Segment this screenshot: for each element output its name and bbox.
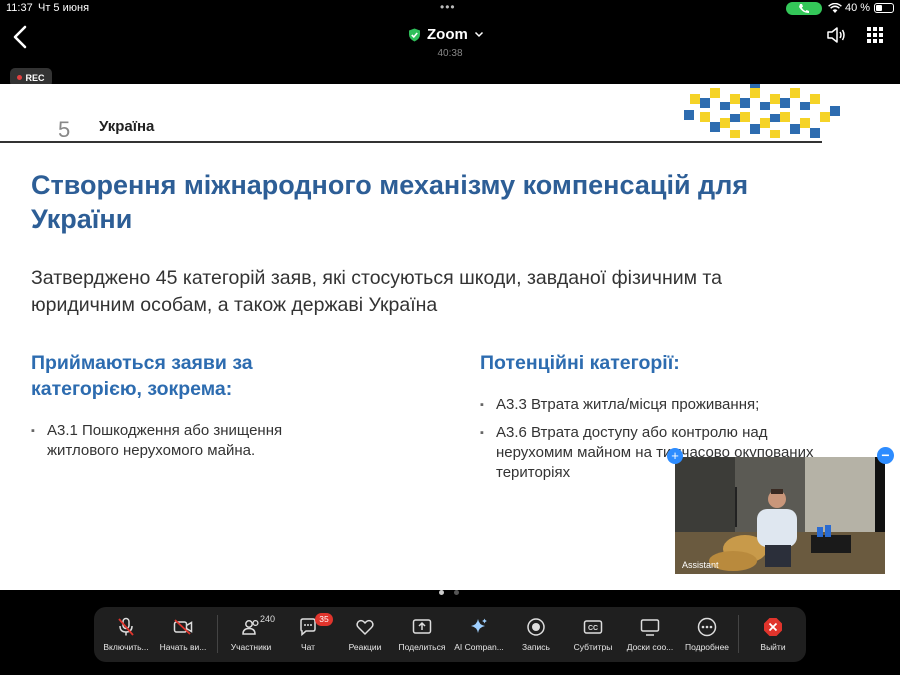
ai-companion-button[interactable]: AI Compan...	[450, 607, 508, 662]
page-dot[interactable]	[454, 590, 459, 595]
heart-icon	[356, 619, 374, 636]
whiteboards-button[interactable]: Доски соо...	[621, 607, 679, 662]
page-indicator[interactable]	[439, 590, 459, 595]
status-date: Чт 5 июня	[38, 2, 90, 14]
slide-title: Створення міжнародного механізму компенс…	[31, 170, 749, 234]
meeting-title-dropdown[interactable]: Zoom	[408, 26, 484, 43]
accepted-claims-heading: Приймаються заяви за категорією, зокрема…	[31, 352, 253, 400]
back-chevron-icon[interactable]	[10, 24, 32, 50]
participant-name: Assistant	[682, 560, 719, 570]
encryption-shield-icon	[409, 28, 420, 41]
minimize-video-icon[interactable]: −	[877, 447, 894, 464]
active-call-pill[interactable]	[786, 2, 822, 15]
leave-octagon-icon	[764, 618, 782, 636]
recording-dot-icon	[17, 75, 23, 80]
status-time: 11:37	[6, 2, 33, 14]
video-off-icon	[173, 619, 193, 635]
accepted-claims-list: А3.1 Пошкодження або знищення житлового …	[31, 421, 341, 469]
gallery-grid-icon[interactable]	[867, 27, 883, 43]
wifi-icon	[828, 3, 842, 13]
speaker-audio-icon[interactable]	[826, 26, 846, 44]
captions-button[interactable]: CC Субтитры	[564, 607, 622, 662]
slide-subtitle: Затверджено 45 категорій заяв, які стосу…	[31, 267, 722, 316]
meeting-toolbar: Включить... Начать ви... 240 Участники 3…	[94, 607, 806, 662]
leave-label: Выйти	[760, 642, 786, 652]
phone-icon	[799, 4, 809, 14]
ai-sparkle-icon	[471, 618, 487, 633]
record-button[interactable]: Запись	[507, 607, 565, 662]
meeting-header: Zoom 40:38	[0, 18, 900, 62]
status-bar: 11:37 Чт 5 июня ••• 40 %	[0, 0, 900, 18]
closed-captions-icon: CC	[583, 620, 603, 634]
share-screen-icon	[412, 619, 432, 634]
svg-text:CC: CC	[588, 625, 598, 632]
participant-video-tile[interactable]: Assistant	[675, 457, 885, 574]
chat-unread-badge: 35	[315, 613, 333, 626]
unmute-button[interactable]: Включить...	[97, 607, 155, 662]
app-title: Zoom	[427, 26, 468, 43]
slide-page-number: 5	[58, 117, 71, 142]
rec-label: REC	[25, 72, 45, 83]
zoom-meeting-screen: 11:37 Чт 5 июня ••• 40 % Zoom 40:38 REC …	[0, 0, 900, 675]
reactions-button[interactable]: Реакции	[336, 607, 394, 662]
meeting-timer: 40:38	[437, 48, 463, 59]
battery-level-fill	[876, 5, 882, 11]
leave-button[interactable]: Выйти	[744, 607, 802, 662]
participants-icon	[242, 619, 259, 635]
share-button[interactable]: Поделиться	[393, 607, 451, 662]
start-video-label: Начать ви...	[159, 642, 207, 652]
more-dots-icon	[697, 617, 717, 637]
whiteboard-icon	[640, 619, 660, 636]
participants-button[interactable]: 240 Участники	[222, 607, 280, 662]
participants-count: 240	[260, 614, 276, 624]
start-video-button[interactable]: Начать ви...	[154, 607, 212, 662]
list-item: А3.3 Втрата житла/місця проживання;	[480, 395, 820, 415]
battery-icon	[874, 3, 894, 13]
battery-percentage: 40 %	[845, 2, 871, 14]
toolbar-divider	[738, 615, 739, 653]
multitasking-dots-icon[interactable]: •••	[440, 0, 456, 14]
record-icon	[527, 618, 545, 636]
page-dot-active[interactable]	[439, 590, 444, 595]
microphone-muted-icon	[118, 617, 134, 636]
more-label: Подробнее	[684, 642, 730, 652]
list-item: А3.1 Пошкодження або знищення житлового …	[31, 421, 341, 461]
chat-button[interactable]: 35 Чат	[279, 607, 337, 662]
chevron-down-icon	[474, 31, 483, 38]
potential-categories-heading: Потенційні категорії:	[480, 352, 680, 374]
participant-video-feed	[675, 457, 885, 574]
ukrainian-pattern-ornament	[684, 84, 840, 138]
slide-section-label: Україна	[99, 118, 155, 135]
more-button[interactable]: Подробнее	[678, 607, 736, 662]
expand-video-icon[interactable]: +	[667, 448, 683, 464]
